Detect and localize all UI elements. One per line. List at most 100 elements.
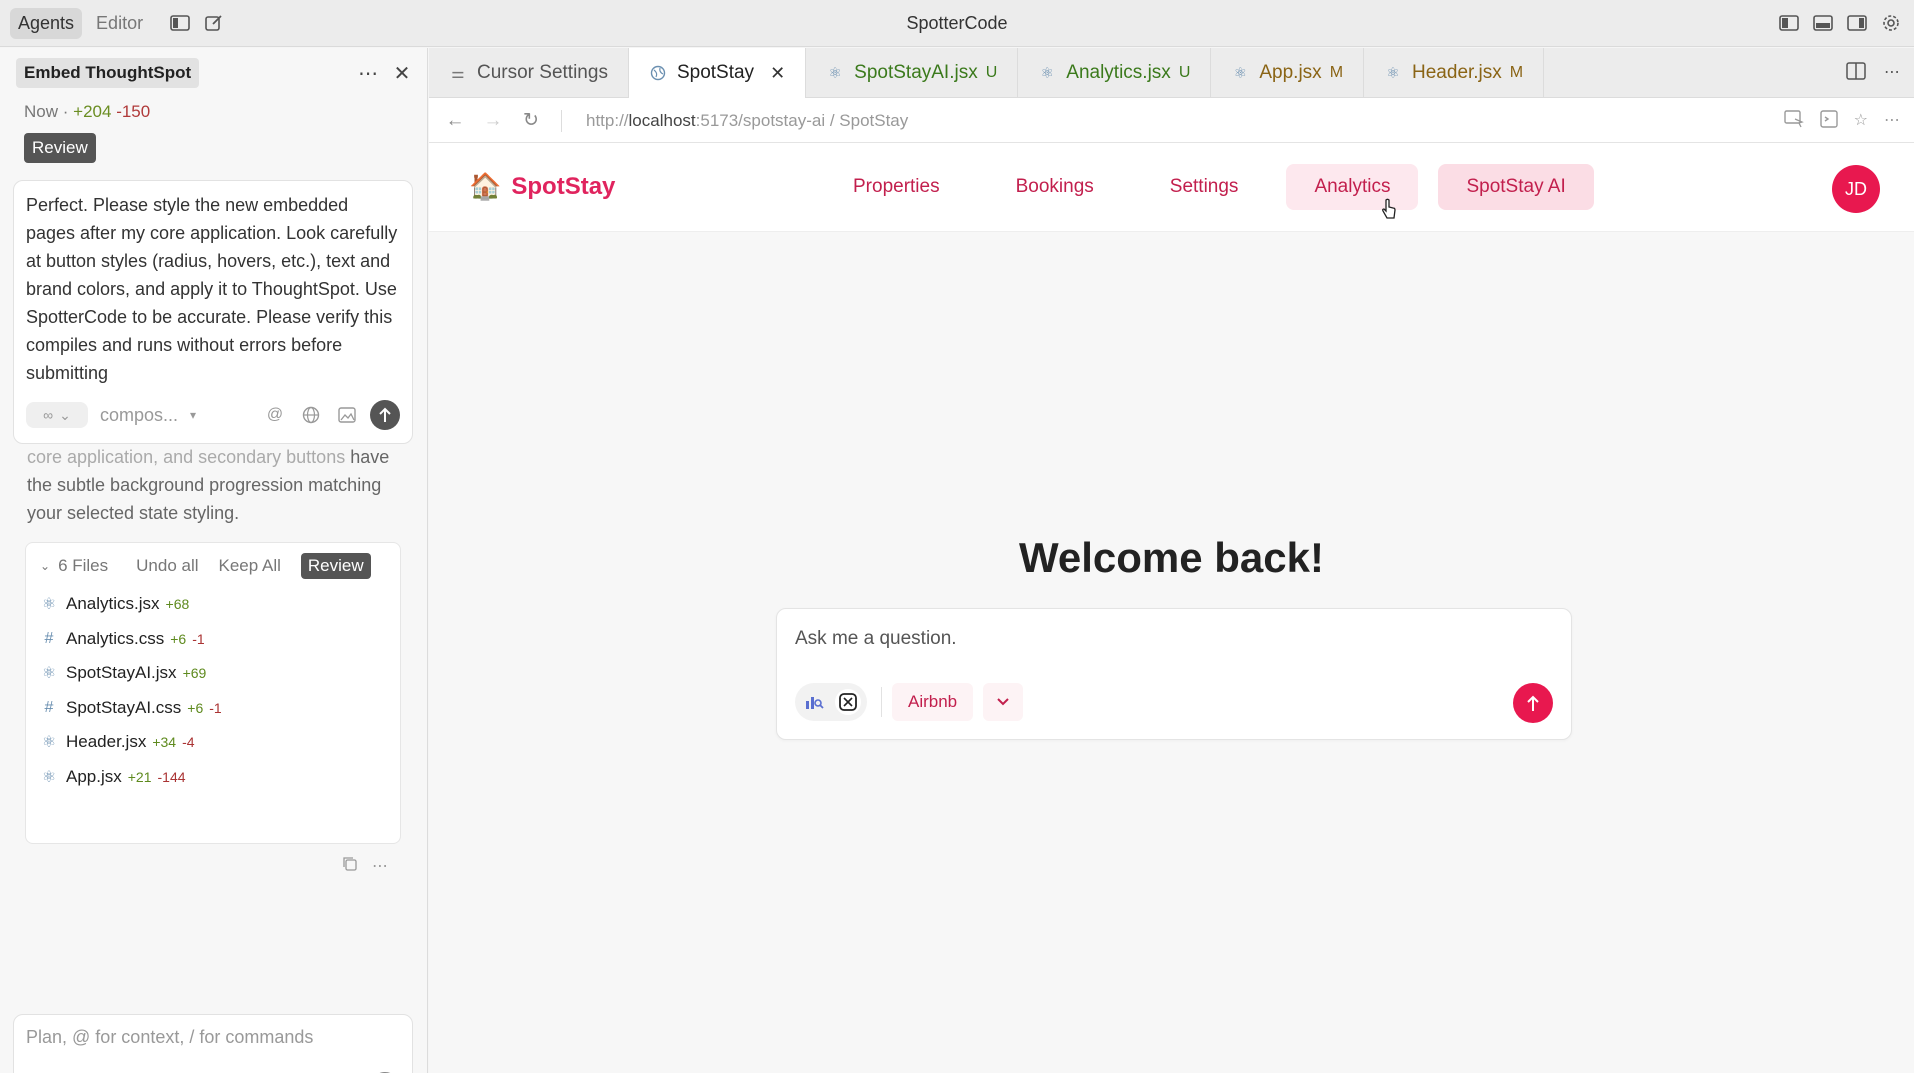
brand-logo[interactable]: 🏠 SpotStay (469, 171, 615, 202)
nav-settings[interactable]: Settings (1142, 164, 1267, 210)
select-element-icon[interactable] (1783, 110, 1804, 133)
tab-analytics-jsx[interactable]: ⚛ Analytics.jsx U (1018, 48, 1212, 98)
image-icon[interactable] (336, 404, 358, 426)
user-message-box[interactable]: Perfect. Please style the new embedded p… (13, 180, 413, 444)
chat-title[interactable]: Embed ThoughtSpot (16, 58, 200, 88)
site-nav: Properties Bookings Settings Analytics S… (825, 164, 1614, 210)
browser-url-bar: ← → ↻ http://localhost:5173/spotstay-ai … (429, 99, 1914, 143)
assistant-response-text: core application, and secondary buttons … (27, 443, 407, 527)
nav-properties[interactable]: Properties (825, 164, 968, 210)
file-added: +69 (182, 665, 207, 682)
back-arrow-icon[interactable]: ← (443, 109, 467, 133)
user-avatar[interactable]: JD (1832, 165, 1880, 213)
file-row[interactable]: # Analytics.css +6 -1 (40, 622, 392, 657)
ask-send-arrow-icon[interactable] (1513, 683, 1553, 723)
tab-header-jsx[interactable]: ⚛ Header.jsx M (1364, 48, 1545, 98)
globe-icon[interactable] (300, 404, 322, 426)
react-icon: ⚛ (828, 65, 842, 82)
split-editor-icon[interactable] (1846, 62, 1866, 85)
file-name: Header.jsx (66, 732, 147, 752)
nav-spotstay-ai[interactable]: SpotStay AI (1438, 164, 1594, 210)
tab-close-icon[interactable]: ✕ (770, 63, 785, 84)
layout-left-icon[interactable] (1778, 12, 1800, 34)
review-chip-button[interactable]: Review (24, 133, 96, 163)
file-row[interactable]: ⚛ App.jsx +21 -144 (40, 760, 392, 795)
tab-spotstay[interactable]: SpotStay ✕ (628, 48, 807, 98)
tab-spotstayai-jsx[interactable]: ⚛ SpotStayAI.jsx U (806, 48, 1019, 98)
chat-meta: Now · +204 -150 (24, 102, 150, 122)
url-field[interactable]: http://localhost:5173/spotstay-ai / Spot… (586, 111, 908, 131)
files-header: ⌄ 6 Files Undo all Keep All Review (40, 553, 392, 579)
forward-arrow-icon[interactable]: → (481, 109, 505, 133)
lines-removed: -150 (116, 102, 151, 121)
model-selector[interactable]: compos... (100, 405, 178, 426)
hash-icon: # (44, 629, 54, 647)
keep-all-button[interactable]: Keep All (219, 556, 281, 576)
model-chevron-icon[interactable]: ▾ (190, 408, 196, 422)
data-source-selector[interactable]: Airbnb (892, 683, 974, 721)
welcome-heading: Welcome back! (1018, 534, 1324, 581)
file-list: ⚛ Analytics.jsx +68 # Analytics.css +6 -… (40, 587, 392, 794)
agent-mode-pill[interactable]: ∞ ⌄ (26, 402, 88, 428)
layout-bottom-icon[interactable] (1812, 12, 1834, 34)
sidebar-toggle-icon[interactable] (169, 12, 191, 34)
response-faded-line: core application, and secondary buttons (27, 447, 346, 467)
close-icon[interactable]: ✕ (389, 60, 415, 86)
ai-sparkle-icon[interactable] (835, 689, 861, 715)
editor-area: ⚌ Cursor Settings SpotStay ✕ ⚛ SpotStayA… (429, 48, 1914, 1073)
mode-editor[interactable]: Editor (88, 8, 151, 39)
tab-cursor-settings[interactable]: ⚌ Cursor Settings (429, 48, 629, 98)
tab-label: SpotStayAI.jsx (854, 62, 978, 83)
file-row[interactable]: ⚛ Header.jsx +34 -4 (40, 725, 392, 760)
chat-input-placeholder[interactable]: Plan, @ for context, / for commands (26, 1027, 313, 1048)
send-arrow-icon[interactable] (370, 400, 400, 430)
files-count[interactable]: 6 Files (58, 556, 108, 576)
chart-search-icon[interactable] (801, 689, 827, 715)
collapse-chevron-icon[interactable]: ⌄ (40, 559, 50, 573)
settings-sliders-icon: ⚌ (451, 65, 465, 82)
file-name: SpotStayAI.css (66, 697, 182, 717)
title-bar: Agents Editor SpotterCode (0, 0, 1914, 47)
tab-label: App.jsx (1259, 62, 1322, 83)
file-row[interactable]: ⚛ SpotStayAI.jsx +69 (40, 656, 392, 691)
search-mode-toggle[interactable] (795, 683, 867, 721)
reload-icon[interactable]: ↻ (519, 109, 543, 133)
tab-app-jsx[interactable]: ⚛ App.jsx M (1211, 48, 1365, 98)
more-tabs-icon[interactable]: ⋯ (1884, 62, 1900, 85)
ask-input[interactable]: Ask me a question. (795, 628, 957, 650)
mention-icon[interactable]: @ (264, 404, 286, 426)
tab-label: Cursor Settings (477, 62, 608, 83)
file-added: +21 (127, 768, 152, 785)
react-icon: ⚛ (41, 596, 57, 614)
review-files-button[interactable]: Review (300, 553, 371, 579)
copy-icon[interactable] (342, 856, 358, 877)
file-added: +68 (165, 596, 190, 613)
chat-input-box[interactable]: Plan, @ for context, / for commands ∞⌄ c… (13, 1014, 413, 1073)
more-options-icon[interactable]: ⋯ (355, 60, 381, 86)
nav-bookings[interactable]: Bookings (988, 164, 1122, 210)
nav-analytics[interactable]: Analytics (1286, 164, 1419, 210)
bookmark-star-icon[interactable]: ☆ (1854, 110, 1868, 133)
mouse-pointer-icon (1380, 198, 1398, 227)
react-icon: ⚛ (1386, 65, 1400, 82)
chat-time: Now (24, 102, 59, 121)
file-row[interactable]: ⚛ Analytics.jsx +68 (40, 587, 392, 622)
settings-gear-icon[interactable] (1880, 12, 1902, 34)
changed-files-panel: ⌄ 6 Files Undo all Keep All Review ⚛ Ana… (25, 542, 401, 844)
file-removed: -4 (182, 734, 195, 751)
file-removed: -1 (209, 699, 222, 716)
more-actions-icon[interactable]: ⋯ (372, 856, 388, 877)
chevron-down-icon[interactable] (983, 683, 1024, 721)
file-added: +6 (187, 699, 204, 716)
undo-all-button[interactable]: Undo all (136, 556, 198, 576)
file-row[interactable]: # SpotStayAI.css +6 -1 (40, 691, 392, 726)
console-icon[interactable] (1819, 110, 1838, 133)
ask-question-box[interactable]: Ask me a question. Airbnb (776, 608, 1572, 740)
react-icon: ⚛ (41, 665, 57, 683)
mode-agents[interactable]: Agents (10, 7, 83, 39)
file-name: Analytics.jsx (66, 594, 160, 614)
browser-more-icon[interactable]: ⋯ (1884, 110, 1900, 133)
agent-panel: Embed ThoughtSpot ⋯ ✕ Now · +204 -150 Re… (0, 48, 428, 1073)
layout-right-icon[interactable] (1846, 12, 1868, 34)
new-chat-icon[interactable] (203, 12, 225, 34)
